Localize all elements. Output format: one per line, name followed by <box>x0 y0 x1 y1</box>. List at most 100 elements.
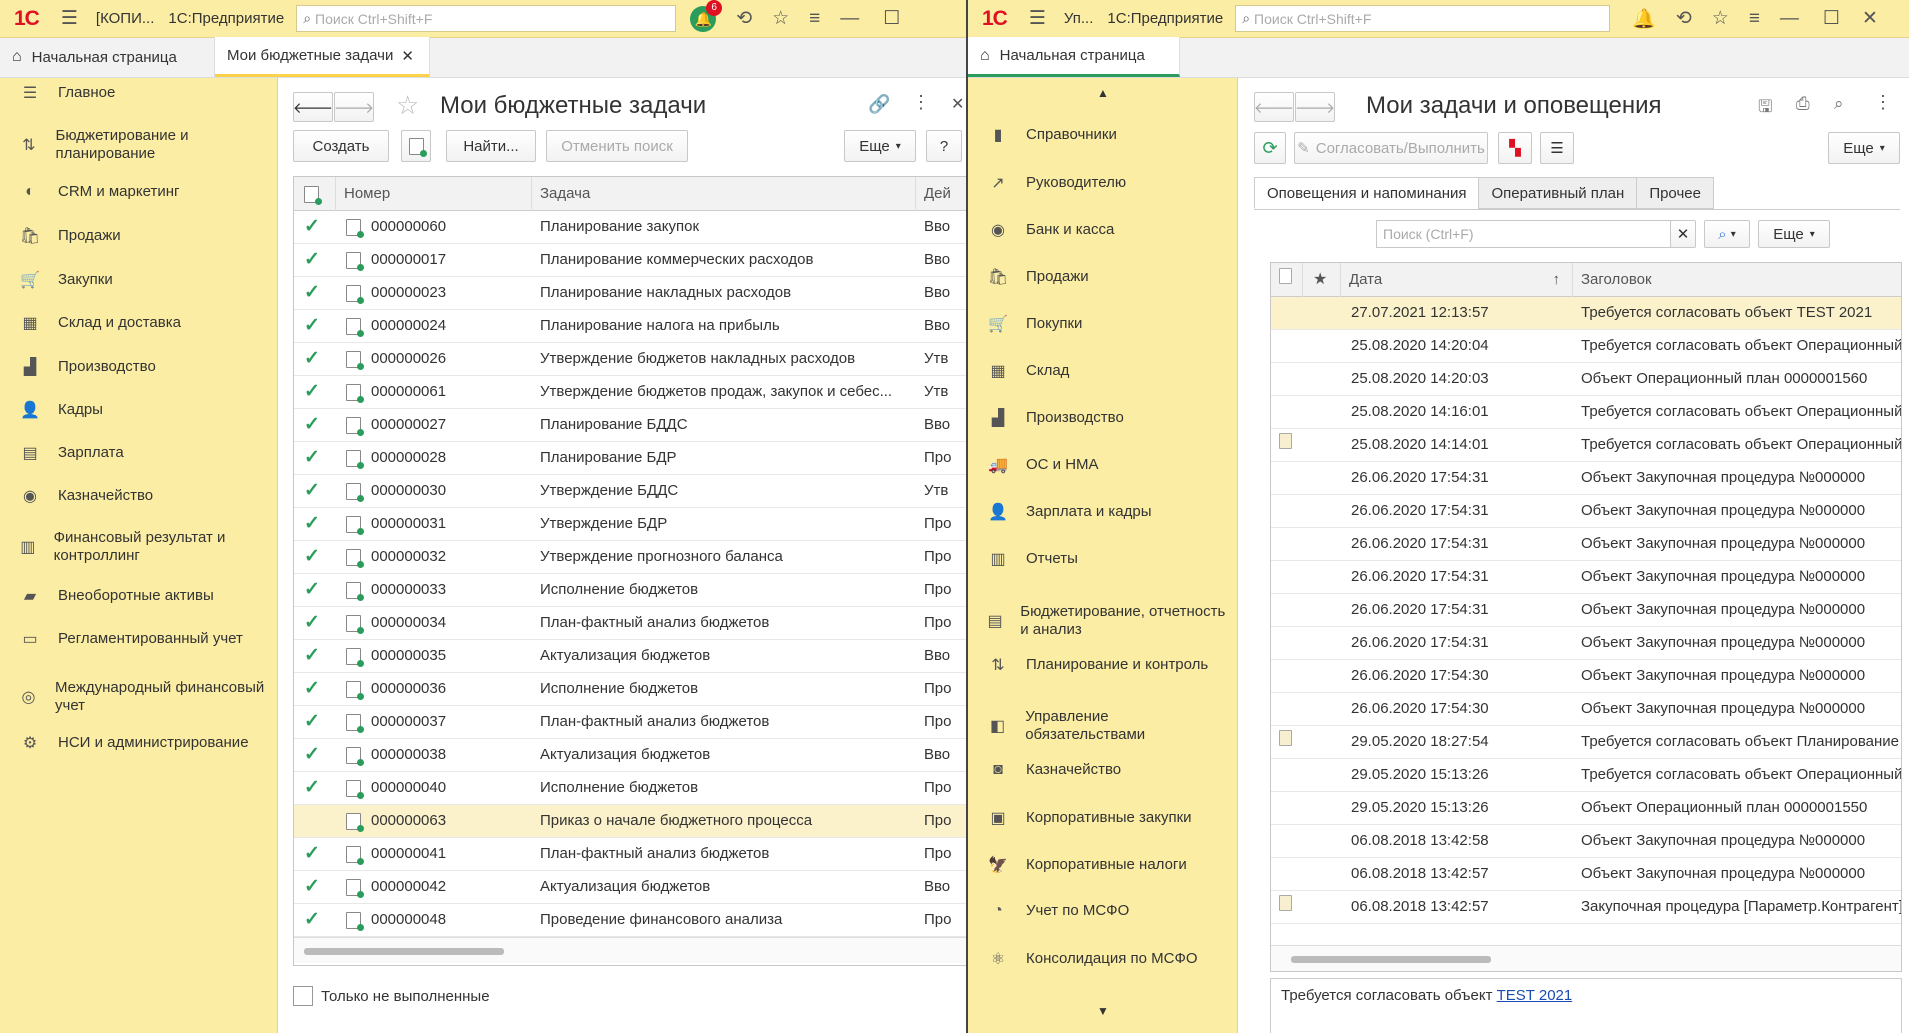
subtab-other[interactable]: Прочее <box>1636 177 1714 209</box>
table-row[interactable]: ✓ 000000032 Утверждение прогнозного бала… <box>294 541 966 574</box>
nav-item-6[interactable]: ▟ Производство <box>18 357 268 377</box>
table-row[interactable]: ✓ 000000036 Исполнение бюджетов Про <box>294 673 966 706</box>
column-task[interactable]: Задача <box>532 177 916 211</box>
table-row[interactable]: 06.08.2018 13:42:57 Закупочная процедура… <box>1271 891 1901 924</box>
tab-budget-tasks[interactable]: Мои бюджетные задачи ✕ <box>215 37 430 77</box>
notifications-bell-icon[interactable]: 🔔 6 <box>690 0 723 32</box>
table-row[interactable]: ✓ 000000037 План-фактный анализ бюджетов… <box>294 706 966 739</box>
scroll-thumb[interactable] <box>304 948 504 955</box>
column-action[interactable]: Дей <box>916 177 966 211</box>
close-icon[interactable]: ✕ <box>401 47 414 65</box>
global-search-input[interactable]: ⌕ Поиск Ctrl+Shift+F <box>296 5 677 32</box>
nav-item-14[interactable]: ▣ Корпоративные закупки <box>986 808 1226 828</box>
table-row[interactable]: 26.06.2020 17:54:31 Объект Закупочная пр… <box>1271 561 1901 594</box>
table-row[interactable]: 25.08.2020 14:20:04 Требуется согласоват… <box>1271 330 1901 363</box>
print-icon[interactable]: ⎙ <box>1796 94 1810 114</box>
table-row[interactable]: ✓ 000000031 Утверждение БДР Про <box>294 508 966 541</box>
global-search-input[interactable]: ⌕ Поиск Ctrl+Shift+F <box>1235 5 1611 32</box>
nav-item-3[interactable]: 🛍 Продажи <box>986 267 1226 287</box>
help-button[interactable]: ? <box>926 130 962 162</box>
table-row[interactable]: 000000063 Приказ о начале бюджетного про… <box>294 805 966 838</box>
nav-item-7[interactable]: 🚚 ОС и НМА <box>986 455 1226 475</box>
table-row[interactable]: ✓ 000000033 Исполнение бюджетов Про <box>294 574 966 607</box>
approve-button[interactable]: ✎ Согласовать/Выполнить <box>1294 132 1488 164</box>
table-row[interactable]: ✓ 000000028 Планирование БДР Про <box>294 442 966 475</box>
nav-item-13[interactable]: ◎ Международный финансовый учет <box>18 679 268 715</box>
nav-item-9[interactable]: ▥ Отчеты <box>986 549 1226 569</box>
table-row[interactable]: ✓ 000000040 Исполнение бюджетов Про <box>294 772 966 805</box>
nav-item-5[interactable]: ▦ Склад <box>986 361 1226 381</box>
column-title[interactable]: Заголовок <box>1573 263 1901 297</box>
table-row[interactable]: 26.06.2020 17:54:31 Объект Закупочная пр… <box>1271 594 1901 627</box>
table-row[interactable]: 06.08.2018 13:42:58 Объект Закупочная пр… <box>1271 825 1901 858</box>
table-row[interactable]: 29.05.2020 15:13:26 Объект Операционный … <box>1271 792 1901 825</box>
back-button[interactable]: 🡐 <box>1254 92 1294 122</box>
nav-item-0[interactable]: ▮ Справочники <box>986 125 1226 145</box>
table-row[interactable]: 25.08.2020 14:14:01 Требуется согласоват… <box>1271 429 1901 462</box>
minimize-icon[interactable]: — <box>1780 8 1799 30</box>
forward-button[interactable]: 🡒 <box>1295 92 1335 122</box>
history-icon[interactable]: ⟲ <box>736 7 752 30</box>
history-icon[interactable]: ⟲ <box>1676 7 1692 30</box>
nav-item-11[interactable]: ⇅ Планирование и контроль <box>986 655 1226 675</box>
nav-item-0[interactable]: ☰ Главное <box>18 83 268 103</box>
table-row[interactable]: ✓ 000000026 Утверждение бюджетов накладн… <box>294 343 966 376</box>
notifications-bell-icon[interactable]: 🔔 <box>1632 7 1656 31</box>
nav-item-14[interactable]: ⚙ НСИ и администрирование <box>18 733 268 753</box>
table-row[interactable]: 26.06.2020 17:54:30 Объект Закупочная пр… <box>1271 660 1901 693</box>
link-icon[interactable]: 🔗 <box>868 94 890 115</box>
nav-item-8[interactable]: 👤 Зарплата и кадры <box>986 502 1226 522</box>
colors-button[interactable]: ▚ <box>1498 132 1532 164</box>
maximize-icon[interactable]: ☐ <box>883 7 900 30</box>
back-button[interactable]: 🡐 <box>293 92 333 122</box>
header-clip-icon[interactable] <box>1271 263 1303 297</box>
table-row[interactable]: 27.07.2021 12:13:57 Требуется согласоват… <box>1271 297 1901 330</box>
create-button[interactable]: Создать <box>293 130 389 162</box>
search-options-button[interactable]: ⌕ ▾ <box>1704 220 1750 248</box>
nav-item-13[interactable]: ◙ Казначейство <box>986 761 1226 779</box>
column-date[interactable]: Дата ↑ <box>1341 263 1573 297</box>
nav-item-4[interactable]: 🛒 Покупки <box>986 314 1226 334</box>
nav-item-16[interactable]: ◔ Учет по МСФО <box>986 902 1226 920</box>
menu-icon[interactable]: ☰ <box>1029 7 1046 30</box>
table-row[interactable]: ✓ 000000034 План-фактный анализ бюджетов… <box>294 607 966 640</box>
checkbox-box[interactable] <box>293 986 313 1006</box>
nav-item-12[interactable]: ◧ Управление обязательствами <box>986 708 1226 744</box>
header-status-icon[interactable] <box>294 177 336 211</box>
table-row[interactable]: ✓ 000000017 Планирование коммерческих ра… <box>294 244 966 277</box>
nav-item-6[interactable]: ▟ Производство <box>986 408 1226 428</box>
subtab-notifications[interactable]: Оповещения и напоминания <box>1254 177 1480 209</box>
refresh-button[interactable]: ⟳ <box>1254 132 1286 164</box>
favorites-star-icon[interactable]: ☆ <box>772 7 789 30</box>
favorites-star-icon[interactable]: ☆ <box>1712 7 1729 30</box>
table-row[interactable]: 06.08.2018 13:42:57 Объект Закупочная пр… <box>1271 858 1901 891</box>
nav-item-4[interactable]: 🛒 Закупки <box>18 270 268 290</box>
cancel-search-button[interactable]: Отменить поиск <box>546 130 688 162</box>
table-row[interactable]: 29.05.2020 15:13:26 Требуется согласоват… <box>1271 759 1901 792</box>
horizontal-scrollbar[interactable] <box>294 937 966 963</box>
nav-item-11[interactable]: ▰ Внеоборотные активы <box>18 586 268 606</box>
table-row[interactable]: ✓ 000000061 Утверждение бюджетов продаж,… <box>294 376 966 409</box>
table-row[interactable]: 25.08.2020 14:20:03 Объект Операционный … <box>1271 363 1901 396</box>
preview-icon[interactable]: ⌕ <box>1834 94 1844 114</box>
table-row[interactable]: 26.06.2020 17:54:31 Объект Закупочная пр… <box>1271 462 1901 495</box>
table-row[interactable]: ✓ 000000024 Планирование налога на прибы… <box>294 310 966 343</box>
subtab-operational-plan[interactable]: Оперативный план <box>1478 177 1638 209</box>
table-row[interactable]: 26.06.2020 17:54:31 Объект Закупочная пр… <box>1271 528 1901 561</box>
table-row[interactable]: 26.06.2020 17:54:30 Объект Закупочная пр… <box>1271 693 1901 726</box>
table-row[interactable]: 25.08.2020 14:16:01 Требуется согласоват… <box>1271 396 1901 429</box>
nav-item-2[interactable]: ◐ CRM и маркетинг <box>18 183 268 201</box>
nav-item-10[interactable]: ▤ Бюджетирование, отчетность и анализ <box>986 603 1226 639</box>
settings-menu-icon[interactable]: ≡ <box>809 8 820 30</box>
more-button[interactable]: Еще ▾ <box>1828 132 1900 164</box>
forward-button[interactable]: 🡒 <box>334 92 374 122</box>
add-copy-button[interactable] <box>401 130 431 162</box>
table-row[interactable]: ✓ 000000060 Планирование закупок Вво <box>294 211 966 244</box>
save-icon[interactable]: 🖫 <box>1758 94 1772 123</box>
close-window-icon[interactable]: ✕ <box>1862 7 1878 30</box>
maximize-icon[interactable]: ☐ <box>1823 7 1840 30</box>
more-vert-icon[interactable]: ⋮ <box>1874 92 1892 113</box>
list-button[interactable]: ☰ <box>1540 132 1574 164</box>
scroll-down-arrow-icon[interactable]: ▼ <box>968 1004 1238 1018</box>
preview-link[interactable]: TEST 2021 <box>1497 987 1573 1004</box>
